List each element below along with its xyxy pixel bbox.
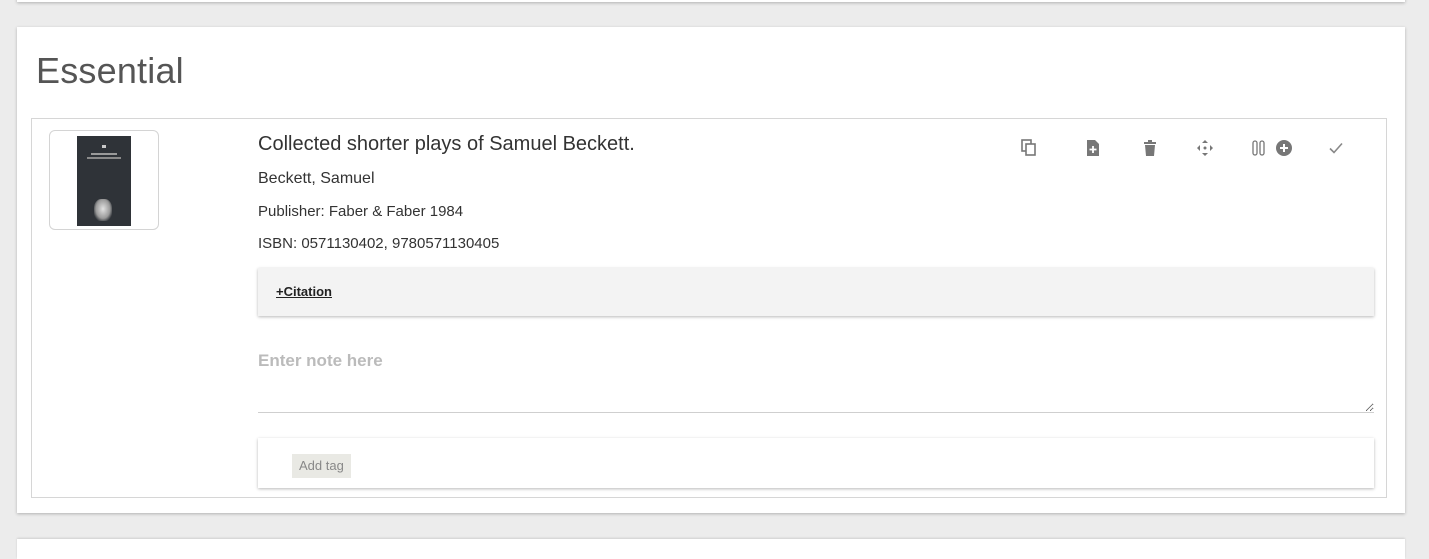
next-section-card — [17, 539, 1405, 559]
item-author: Beckett, Samuel — [258, 170, 375, 187]
item-isbn: ISBN: 0571130402, 9780571130405 — [258, 235, 500, 252]
citation-panel: +Citation — [258, 268, 1374, 316]
note-input[interactable] — [258, 343, 1374, 413]
add-citation-link[interactable]: +Citation — [276, 284, 332, 299]
link-add-icon[interactable] — [1250, 137, 1296, 159]
move-icon[interactable] — [1194, 137, 1216, 159]
section-essential: Essential Collected shorter plays of Sam… — [17, 27, 1405, 513]
book-cover-image — [77, 136, 131, 226]
previous-section-card — [17, 0, 1405, 2]
tags-panel: Add tag — [258, 438, 1374, 488]
item-title[interactable]: Collected shorter plays of Samuel Becket… — [258, 133, 635, 156]
copy-icon[interactable] — [1018, 137, 1040, 159]
delete-icon[interactable] — [1139, 137, 1161, 159]
book-cover-thumbnail[interactable] — [49, 130, 159, 230]
check-icon[interactable] — [1325, 137, 1347, 159]
reading-list-item: Collected shorter plays of Samuel Becket… — [31, 118, 1387, 498]
section-title: Essential — [36, 50, 184, 91]
item-publisher: Publisher: Faber & Faber 1984 — [258, 203, 464, 220]
add-tag-button[interactable]: Add tag — [292, 454, 351, 478]
add-file-icon[interactable] — [1082, 137, 1104, 159]
